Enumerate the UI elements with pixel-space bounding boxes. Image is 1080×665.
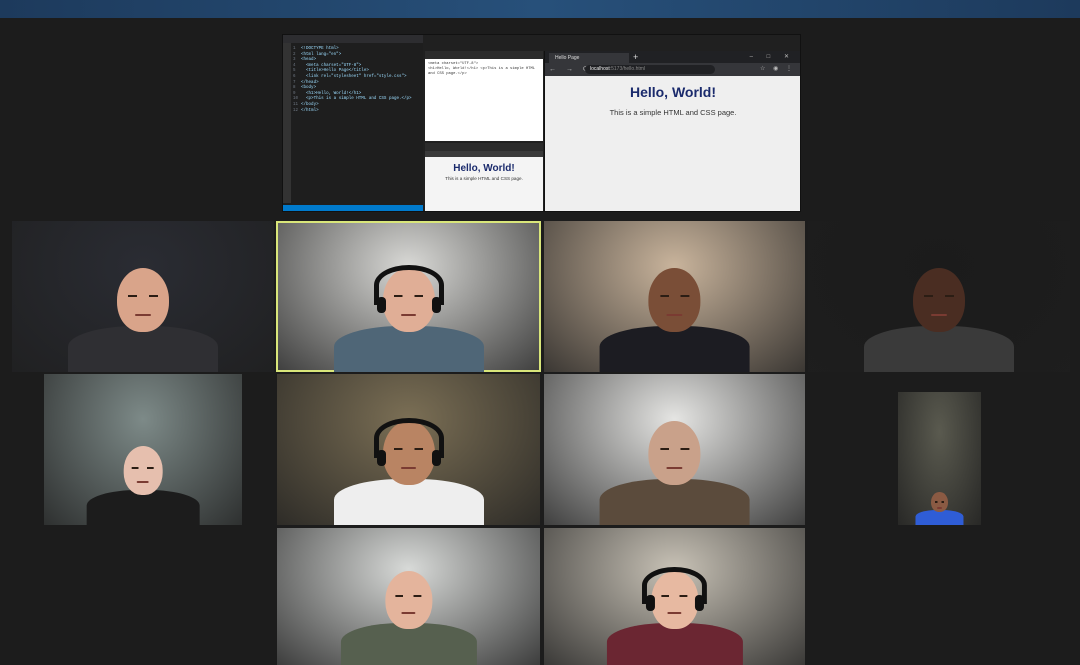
participant-head — [913, 268, 965, 332]
page-text: This is a simple HTML and CSS page. — [609, 108, 737, 117]
editor-activity-bar — [283, 43, 291, 203]
participant-eyes — [934, 500, 945, 503]
participant-body — [864, 326, 1014, 372]
small-browser-window: Hello, World! This is a simple HTML and … — [425, 143, 543, 211]
editor-tab-bar — [283, 35, 423, 43]
source-preview-line: <h1>Hello, World!</h1> <p>This is a simp… — [428, 67, 536, 76]
headphone-earcup-icon — [431, 296, 441, 313]
participant-body — [333, 326, 484, 372]
url-host: localhost — [590, 66, 610, 72]
participant-mouth — [666, 467, 683, 470]
participant-figure — [333, 405, 484, 525]
participant-mouth — [135, 314, 151, 317]
participant-mouth — [137, 481, 149, 484]
participant-video-tile[interactable] — [277, 528, 540, 665]
editor-status-bar — [283, 205, 423, 211]
participant-body — [915, 510, 964, 525]
participant-head — [123, 446, 163, 495]
headphone-earcup-icon — [695, 595, 705, 612]
browser-tab: Hello Page — [549, 53, 629, 63]
small-browser-titlebar — [425, 143, 543, 151]
browser-window: Hello Page + – □ ✕ ← → ⟳ localhost:5173/… — [544, 51, 800, 211]
participant-head — [648, 268, 701, 333]
participant-figure — [599, 405, 750, 525]
participant-video-tile[interactable] — [276, 221, 541, 372]
participant-figure — [86, 434, 200, 525]
meeting-top-bar — [0, 0, 1080, 18]
participant-mouth — [666, 314, 683, 317]
participant-eyes — [924, 294, 954, 297]
participant-eyes — [128, 294, 158, 297]
participant-body — [599, 326, 750, 372]
code-editor-window: 1 <!DOCTYPE html> 2 <html lang="en"> 3 <head>… — [283, 35, 423, 211]
participant-body — [68, 326, 218, 372]
code-line: 12 </html> — [293, 108, 319, 113]
participant-body — [606, 623, 743, 665]
headphone-earcup-icon — [645, 595, 655, 612]
participant-figure — [333, 252, 484, 372]
participant-video-tile[interactable] — [44, 374, 242, 525]
window-controls-icon: – □ ✕ — [749, 54, 795, 60]
participant-video-tile[interactable] — [544, 221, 805, 372]
shared-screen[interactable]: 1 <!DOCTYPE html> 2 <html lang="en"> 3 <head>… — [282, 34, 801, 212]
editor-code: 1 <!DOCTYPE html> 2 <html lang="en"> 3 <head>… — [293, 47, 419, 114]
source-preview-titlebar — [425, 51, 543, 59]
participant-video-tile[interactable] — [277, 374, 540, 525]
participant-video-tile[interactable] — [544, 374, 805, 525]
new-tab-icon: + — [633, 52, 639, 62]
small-browser-address-bar — [425, 151, 543, 157]
participant-video-tile[interactable] — [808, 221, 1070, 372]
participant-head — [384, 570, 433, 629]
participant-figure — [864, 252, 1014, 372]
headphone-earcup-icon — [376, 296, 386, 313]
participant-body — [599, 479, 750, 525]
source-preview-window: <meta charset="UTF-8"> <h1>Hello, World!… — [425, 51, 543, 141]
participant-mouth — [931, 314, 947, 317]
participant-mouth — [400, 314, 417, 317]
headphone-earcup-icon — [431, 449, 441, 466]
participant-eyes — [659, 295, 689, 298]
participant-head — [931, 492, 948, 513]
participant-head — [648, 421, 701, 486]
participant-video-tile[interactable] — [12, 221, 274, 372]
participant-head — [117, 268, 169, 332]
participant-figure — [599, 252, 750, 372]
page-heading: Hello, World! — [629, 84, 717, 100]
participant-figure — [915, 487, 964, 525]
participant-mouth — [937, 506, 942, 509]
extension-icons: ☆ ◉ ⋮ — [760, 66, 795, 72]
participant-figure — [68, 252, 218, 372]
participant-eyes — [395, 595, 422, 598]
participant-mouth — [401, 612, 416, 615]
participant-figure — [340, 556, 477, 665]
address-bar: localhost:5173/hello.html — [585, 65, 715, 74]
participant-video-tile[interactable] — [544, 528, 805, 665]
preview-heading: Hello, World! — [453, 163, 515, 174]
participant-figure — [606, 556, 743, 665]
preview-text: This is a simple HTML and CSS page. — [445, 176, 523, 181]
url-path: :5173/hello.html — [609, 66, 646, 72]
participant-mouth — [400, 467, 417, 470]
participant-video-tile[interactable] — [898, 392, 981, 525]
participant-body — [86, 490, 200, 525]
participant-eyes — [131, 466, 154, 469]
gallery-view: 1 <!DOCTYPE html> 2 <html lang="en"> 3 <head>… — [0, 18, 1080, 665]
participant-body — [340, 623, 477, 665]
participant-body — [333, 479, 484, 525]
headphone-earcup-icon — [376, 449, 386, 466]
participant-mouth — [667, 612, 682, 615]
participant-eyes — [659, 448, 689, 451]
